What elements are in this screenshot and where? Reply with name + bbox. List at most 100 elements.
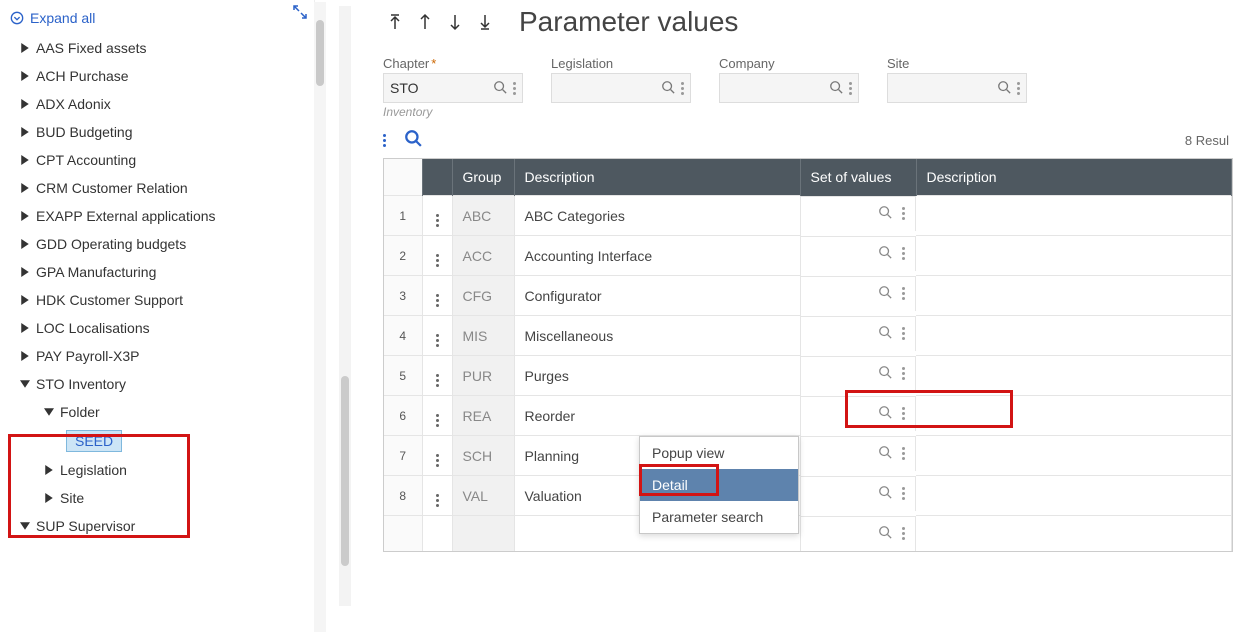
more-icon[interactable] bbox=[681, 82, 684, 95]
scrollbar[interactable] bbox=[339, 6, 351, 606]
cell-set-of-values[interactable] bbox=[801, 316, 917, 351]
search-icon[interactable] bbox=[878, 525, 892, 542]
row-actions-cell[interactable] bbox=[422, 316, 452, 356]
table-row[interactable]: 3CFGConfigurator bbox=[384, 276, 1232, 316]
cell-set-of-values[interactable] bbox=[801, 356, 917, 391]
more-icon[interactable] bbox=[902, 487, 905, 500]
col-group[interactable]: Group bbox=[452, 159, 514, 196]
row-actions-cell[interactable] bbox=[422, 436, 452, 476]
search-icon[interactable] bbox=[878, 245, 892, 262]
sidebar-item-legislation[interactable]: Legislation bbox=[28, 456, 310, 484]
sidebar-item-bud[interactable]: BUD Budgeting bbox=[4, 118, 310, 146]
cell-group[interactable] bbox=[452, 516, 514, 551]
sidebar-item-hdk[interactable]: HDK Customer Support bbox=[4, 286, 310, 314]
cell-set-of-values[interactable] bbox=[801, 436, 917, 471]
sidebar-item-exapp[interactable]: EXAPP External applications bbox=[4, 202, 310, 230]
table-actions-button[interactable] bbox=[383, 134, 386, 147]
more-icon[interactable] bbox=[902, 407, 905, 420]
table-row[interactable]: 7SCHPlanning bbox=[384, 436, 1232, 476]
cell-set-of-values[interactable] bbox=[801, 476, 917, 511]
search-icon[interactable] bbox=[829, 80, 843, 97]
row-actions-button[interactable] bbox=[436, 294, 439, 307]
sidebar-item-ach[interactable]: ACH Purchase bbox=[4, 62, 310, 90]
table-row[interactable] bbox=[384, 516, 1232, 551]
row-actions-cell[interactable] bbox=[422, 356, 452, 396]
row-actions-button[interactable] bbox=[436, 374, 439, 387]
col-description-2[interactable]: Description bbox=[916, 159, 1232, 196]
sidebar-item-site[interactable]: Site bbox=[28, 484, 310, 512]
cell-group[interactable]: REA bbox=[452, 396, 514, 436]
sidebar-item-loc[interactable]: LOC Localisations bbox=[4, 314, 310, 342]
search-icon[interactable] bbox=[878, 285, 892, 302]
legislation-input[interactable] bbox=[551, 73, 691, 103]
sidebar-item-crm[interactable]: CRM Customer Relation bbox=[4, 174, 310, 202]
search-icon[interactable] bbox=[997, 80, 1011, 97]
more-icon[interactable] bbox=[902, 287, 905, 300]
more-icon[interactable] bbox=[902, 207, 905, 220]
menu-parameter-search[interactable]: Parameter search bbox=[640, 501, 798, 533]
cell-set-of-values[interactable] bbox=[801, 236, 917, 271]
cell-group[interactable]: VAL bbox=[452, 476, 514, 516]
cell-group[interactable]: ABC bbox=[452, 196, 514, 236]
prev-record-button[interactable] bbox=[415, 10, 435, 34]
row-actions-button[interactable] bbox=[436, 214, 439, 227]
expand-icon[interactable] bbox=[292, 4, 308, 25]
cell-group[interactable]: MIS bbox=[452, 316, 514, 356]
chapter-field[interactable] bbox=[390, 80, 487, 96]
cell-set-of-values[interactable] bbox=[801, 396, 917, 431]
company-input[interactable] bbox=[719, 73, 859, 103]
row-actions-cell[interactable] bbox=[422, 196, 452, 236]
expand-all-button[interactable]: Expand all bbox=[4, 6, 310, 30]
more-icon[interactable] bbox=[1017, 82, 1020, 95]
sidebar-item-gpa[interactable]: GPA Manufacturing bbox=[4, 258, 310, 286]
more-icon[interactable] bbox=[902, 247, 905, 260]
row-actions-button[interactable] bbox=[436, 454, 439, 467]
table-row[interactable]: 5PURPurges bbox=[384, 356, 1232, 396]
row-actions-cell[interactable] bbox=[422, 476, 452, 516]
more-icon[interactable] bbox=[902, 447, 905, 460]
search-icon[interactable] bbox=[493, 80, 507, 97]
cell-set-of-values[interactable] bbox=[801, 516, 917, 551]
chapter-input[interactable] bbox=[383, 73, 523, 103]
table-search-button[interactable] bbox=[404, 129, 422, 152]
cell-set-of-values[interactable] bbox=[801, 276, 917, 311]
table-row[interactable]: 1ABCABC Categories bbox=[384, 196, 1232, 236]
row-actions-cell[interactable] bbox=[422, 516, 452, 551]
search-icon[interactable] bbox=[878, 485, 892, 502]
table-row[interactable]: 8VALValuation bbox=[384, 476, 1232, 516]
search-icon[interactable] bbox=[878, 205, 892, 222]
sidebar-item-gdd[interactable]: GDD Operating budgets bbox=[4, 230, 310, 258]
row-actions-button[interactable] bbox=[436, 494, 439, 507]
sidebar-item-adx[interactable]: ADX Adonix bbox=[4, 90, 310, 118]
row-actions-button[interactable] bbox=[436, 334, 439, 347]
cell-group[interactable]: SCH bbox=[452, 436, 514, 476]
search-icon[interactable] bbox=[661, 80, 675, 97]
last-record-button[interactable] bbox=[475, 10, 495, 34]
row-actions-cell[interactable] bbox=[422, 396, 452, 436]
first-record-button[interactable] bbox=[385, 10, 405, 34]
row-actions-cell[interactable] bbox=[422, 276, 452, 316]
more-icon[interactable] bbox=[902, 367, 905, 380]
table-row[interactable]: 4MISMiscellaneous bbox=[384, 316, 1232, 356]
more-icon[interactable] bbox=[902, 527, 905, 540]
cell-set-of-values[interactable] bbox=[801, 196, 917, 231]
col-description[interactable]: Description bbox=[514, 159, 800, 196]
cell-group[interactable]: CFG bbox=[452, 276, 514, 316]
sidebar-item-sup[interactable]: SUP Supervisor bbox=[4, 512, 310, 540]
sidebar-item-seed[interactable]: SEED bbox=[52, 426, 310, 456]
row-actions-button[interactable] bbox=[436, 414, 439, 427]
company-field[interactable] bbox=[726, 80, 823, 96]
sidebar-item-aas[interactable]: AAS Fixed assets bbox=[4, 34, 310, 62]
search-icon[interactable] bbox=[878, 405, 892, 422]
next-record-button[interactable] bbox=[445, 10, 465, 34]
legislation-field[interactable] bbox=[558, 80, 655, 96]
menu-detail[interactable]: Detail bbox=[640, 469, 798, 501]
cell-group[interactable]: PUR bbox=[452, 356, 514, 396]
sidebar-item-pay[interactable]: PAY Payroll-X3P bbox=[4, 342, 310, 370]
scrollbar-thumb[interactable] bbox=[341, 376, 349, 566]
row-actions-cell[interactable] bbox=[422, 236, 452, 276]
row-actions-button[interactable] bbox=[436, 254, 439, 267]
more-icon[interactable] bbox=[513, 82, 516, 95]
col-set-of-values[interactable]: Set of values bbox=[800, 159, 916, 196]
more-icon[interactable] bbox=[902, 327, 905, 340]
